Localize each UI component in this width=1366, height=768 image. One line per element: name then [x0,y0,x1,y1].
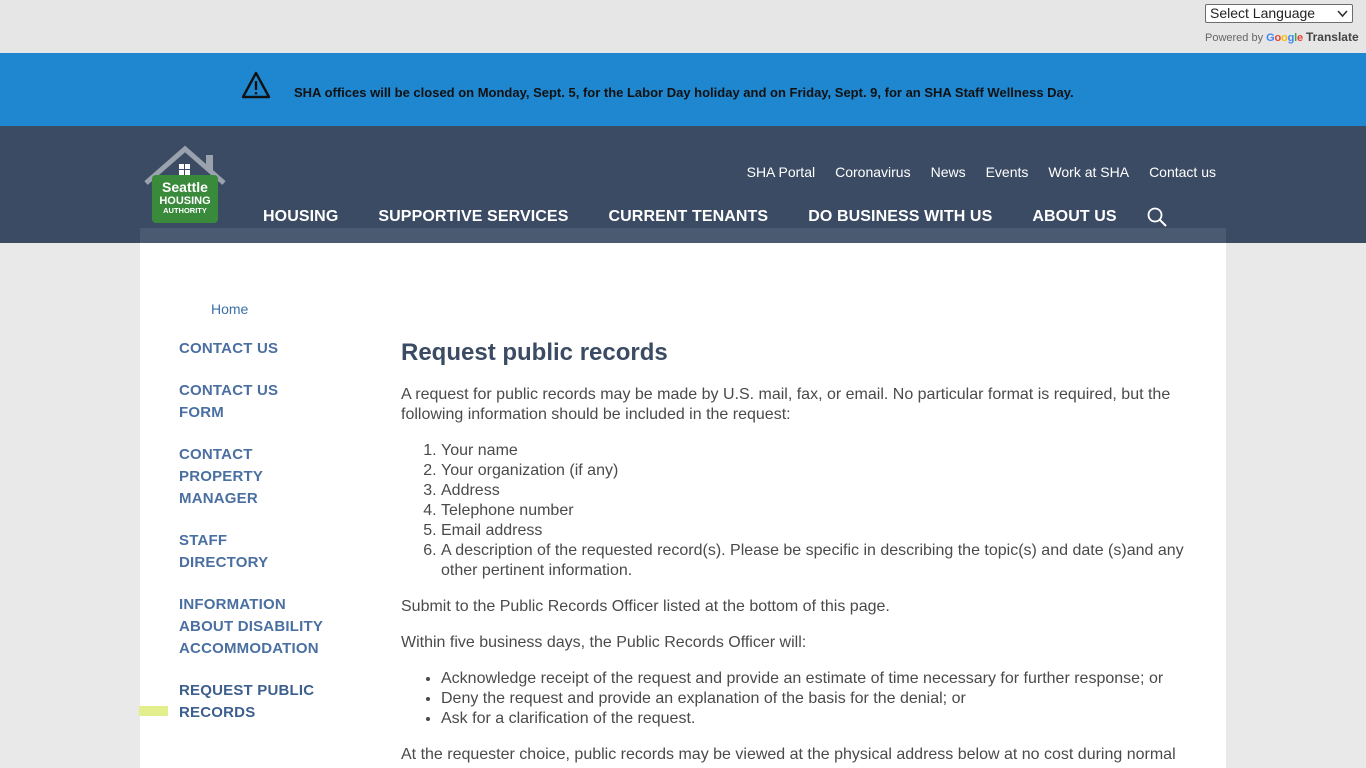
main-content: Request public records A request for pub… [401,339,1191,768]
main-nav: HOUSING SUPPORTIVE SERVICES CURRENT TENA… [263,208,1157,226]
translate-link[interactable]: Translate [1306,30,1359,44]
required-info-list: Your name Your organization (if any) Add… [441,441,1191,581]
list-item: Email address [441,521,1191,541]
search-icon[interactable] [1146,206,1168,228]
sha-logo[interactable]: Seattle HOUSING AUTHORITY [142,145,228,225]
intro-paragraph: A request for public records may be made… [401,386,1171,423]
page-title: Request public records [401,339,668,366]
google-logo: Google [1266,32,1303,44]
active-marker [139,706,168,716]
officer-actions-list: Acknowledge receipt of the request and p… [441,669,1191,729]
submit-paragraph: Submit to the Public Records Officer lis… [401,598,890,615]
list-item: Your name [441,441,1191,461]
main-nav-about-us[interactable]: ABOUT US [1032,208,1116,226]
main-nav-current-tenants[interactable]: CURRENT TENANTS [608,208,768,226]
site-header: Seattle HOUSING AUTHORITY SHA Portal Cor… [0,126,1366,243]
alert-banner: SHA offices will be closed on Monday, Se… [0,53,1366,126]
list-item: Acknowledge receipt of the request and p… [441,669,1191,689]
main-nav-supportive-services[interactable]: SUPPORTIVE SERVICES [378,208,568,226]
logo-line-3: AUTHORITY [163,206,207,215]
list-item: Address [441,481,1191,501]
util-nav-sha-portal[interactable]: SHA Portal [747,164,815,180]
sidebar-nav: CONTACT US CONTACT US FORM CONTACT PROPE… [179,338,329,744]
powered-by-google: Powered by Google Translate [1205,30,1359,44]
list-item: Your organization (if any) [441,461,1191,481]
logo-line-1: Seattle [162,179,208,195]
sidebar-item-staff-directory[interactable]: STAFF DIRECTORY [179,530,279,574]
list-item: A description of the requested record(s)… [441,541,1191,581]
within-paragraph: Within five business days, the Public Re… [401,634,807,651]
list-item: Telephone number [441,501,1191,521]
sidebar-item-contact-us-form[interactable]: CONTACT US FORM [179,380,289,424]
main-nav-housing[interactable]: HOUSING [263,208,338,226]
utility-nav: SHA Portal Coronavirus News Events Work … [747,164,1216,180]
content-panel-top [140,228,1226,243]
list-item: Deny the request and provide an explanat… [441,689,1191,709]
warning-icon [241,71,271,99]
chevron-down-icon [1337,10,1348,18]
sidebar-item-request-public-records[interactable]: REQUEST PUBLIC RECORDS [179,680,324,724]
breadcrumb-home[interactable]: Home [211,301,248,317]
util-nav-contact-us[interactable]: Contact us [1149,164,1216,180]
util-nav-coronavirus[interactable]: Coronavirus [835,164,910,180]
util-nav-events[interactable]: Events [986,164,1029,180]
translate-bar: Select Language Powered by Google Transl… [0,0,1366,53]
powered-by-text: Powered by [1205,32,1264,44]
alert-text: SHA offices will be closed on Monday, Se… [294,85,1074,100]
language-select[interactable]: Select Language [1205,4,1353,23]
sidebar-item-contact-property-manager[interactable]: CONTACT PROPERTY MANAGER [179,444,279,510]
language-select-label: Select Language [1210,5,1316,21]
list-item: Ask for a clarification of the request. [441,709,1191,729]
sidebar-item-disability-accommodation[interactable]: INFORMATION ABOUT DISABILITY ACCOMMODATI… [179,594,324,660]
util-nav-news[interactable]: News [931,164,966,180]
sidebar-item-contact-us[interactable]: CONTACT US [179,338,329,360]
util-nav-work-at-sha[interactable]: Work at SHA [1048,164,1129,180]
breadcrumb: Home [211,301,248,317]
main-nav-do-business[interactable]: DO BUSINESS WITH US [808,208,992,226]
requester-paragraph: At the requester choice, public records … [401,746,1176,763]
